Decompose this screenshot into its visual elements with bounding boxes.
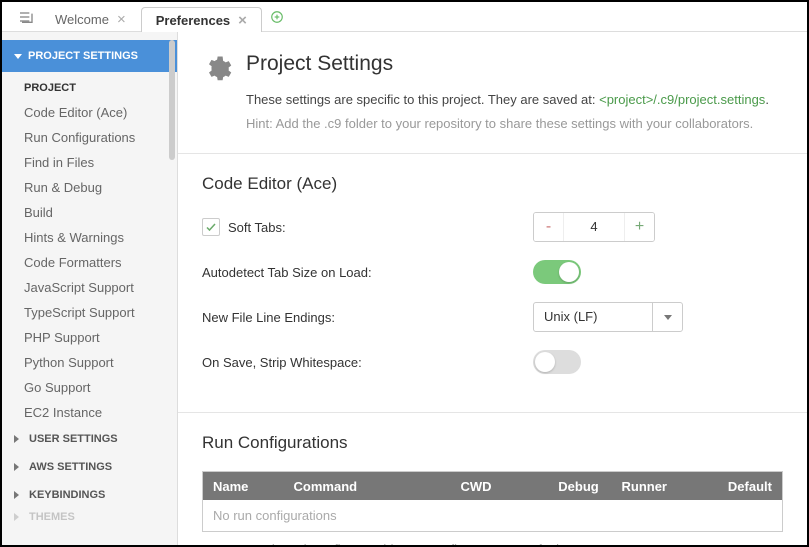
settings-path: <project>/.c9/project.settings (599, 92, 765, 107)
table-header: Name Command CWD Debug Runner Default (203, 472, 782, 500)
tab-label: Welcome (55, 12, 109, 27)
tab-label: Preferences (156, 13, 230, 28)
strip-ws-label: On Save, Strip Whitespace: (202, 355, 533, 370)
main-content: Project Settings These settings are spec… (178, 32, 807, 545)
sidebar-item[interactable]: Code Editor (Ace) (2, 100, 177, 125)
tab-preferences[interactable]: Preferences × (141, 7, 262, 32)
sidebar-item[interactable]: Find in Files (2, 150, 177, 175)
chevron-down-icon (14, 54, 22, 59)
section-title-run: Run Configurations (202, 433, 783, 453)
table-empty-text: No run configurations (203, 500, 782, 531)
sidebar-section-aws-settings[interactable]: AWS SETTINGS (2, 453, 177, 481)
stepper-value[interactable]: 4 (564, 213, 624, 241)
close-icon[interactable]: × (117, 11, 126, 28)
section-title-editor: Code Editor (Ace) (202, 174, 783, 194)
autodetect-toggle[interactable] (533, 260, 581, 284)
sidebar-item[interactable]: Build (2, 200, 177, 225)
autodetect-label: Autodetect Tab Size on Load: (202, 265, 533, 280)
stepper-decrement[interactable]: - (534, 213, 564, 241)
sidebar-group-title: PROJECT (2, 72, 177, 100)
col-runner[interactable]: Runner (611, 479, 717, 494)
select-value: Unix (LF) (534, 303, 652, 331)
chevron-right-icon (14, 513, 23, 521)
sidebar-section-label: PROJECT SETTINGS (28, 50, 138, 62)
sidebar-section-label: AWS SETTINGS (29, 461, 112, 473)
sidebar: PROJECT SETTINGS PROJECT Code Editor (Ac… (2, 32, 178, 545)
soft-tabs-label: Soft Tabs: (228, 220, 286, 235)
sidebar-section-label: USER SETTINGS (29, 433, 118, 445)
sidebar-item[interactable]: Run Configurations (2, 125, 177, 150)
tab-bar: Welcome × Preferences × (2, 2, 807, 32)
chevron-right-icon (14, 435, 23, 443)
sidebar-item[interactable]: EC2 Instance (2, 400, 177, 425)
sidebar-section-label: KEYBINDINGS (29, 489, 105, 501)
gear-icon (202, 54, 232, 84)
scrollbar-thumb[interactable] (169, 40, 175, 160)
sidebar-item[interactable]: TypeScript Support (2, 300, 177, 325)
sidebar-section-label: THEMES (29, 511, 75, 523)
sidebar-item[interactable]: JavaScript Support (2, 275, 177, 300)
sidebar-item[interactable]: Run & Debug (2, 175, 177, 200)
set-as-default-button[interactable]: Set As Default (480, 542, 562, 545)
col-name[interactable]: Name (203, 479, 284, 494)
tab-add-button[interactable] (262, 2, 292, 31)
col-command[interactable]: Command (284, 479, 451, 494)
strip-ws-toggle[interactable] (533, 350, 581, 374)
page-title: Project Settings (246, 52, 769, 76)
tab-welcome[interactable]: Welcome × (40, 6, 141, 31)
soft-tabs-stepper: - 4 + (533, 212, 655, 242)
line-endings-label: New File Line Endings: (202, 310, 533, 325)
tab-menu-icon[interactable] (12, 2, 40, 31)
chevron-right-icon (14, 463, 23, 471)
run-config-table: Name Command CWD Debug Runner Default No… (202, 471, 783, 532)
sidebar-section-keybindings[interactable]: KEYBINDINGS (2, 481, 177, 509)
soft-tabs-checkbox[interactable] (202, 218, 220, 236)
remove-selected-button[interactable]: Remove Selected Configs (204, 542, 354, 545)
col-debug[interactable]: Debug (548, 479, 611, 494)
table-actions: Remove Selected Configs Add New Config S… (202, 532, 783, 545)
sidebar-section-user-settings[interactable]: USER SETTINGS (2, 425, 177, 453)
sidebar-item[interactable]: Hints & Warnings (2, 225, 177, 250)
page-hint: Hint: Add the .c9 folder to your reposit… (246, 114, 769, 134)
sidebar-section-project-settings[interactable]: PROJECT SETTINGS (2, 40, 177, 72)
col-cwd[interactable]: CWD (450, 479, 548, 494)
page-description: These settings are specific to this proj… (246, 90, 769, 110)
sidebar-item[interactable]: PHP Support (2, 325, 177, 350)
check-icon (205, 221, 217, 233)
sidebar-item[interactable]: Python Support (2, 350, 177, 375)
sidebar-section-themes[interactable]: THEMES (2, 509, 177, 525)
line-endings-select[interactable]: Unix (LF) (533, 302, 683, 332)
chevron-down-icon (652, 303, 682, 331)
stepper-increment[interactable]: + (624, 213, 654, 241)
sidebar-item[interactable]: Go Support (2, 375, 177, 400)
chevron-right-icon (14, 491, 23, 499)
col-default[interactable]: Default (718, 479, 782, 494)
add-new-config-button[interactable]: Add New Config (370, 542, 464, 545)
sidebar-item[interactable]: Code Formatters (2, 250, 177, 275)
close-icon[interactable]: × (238, 12, 247, 29)
